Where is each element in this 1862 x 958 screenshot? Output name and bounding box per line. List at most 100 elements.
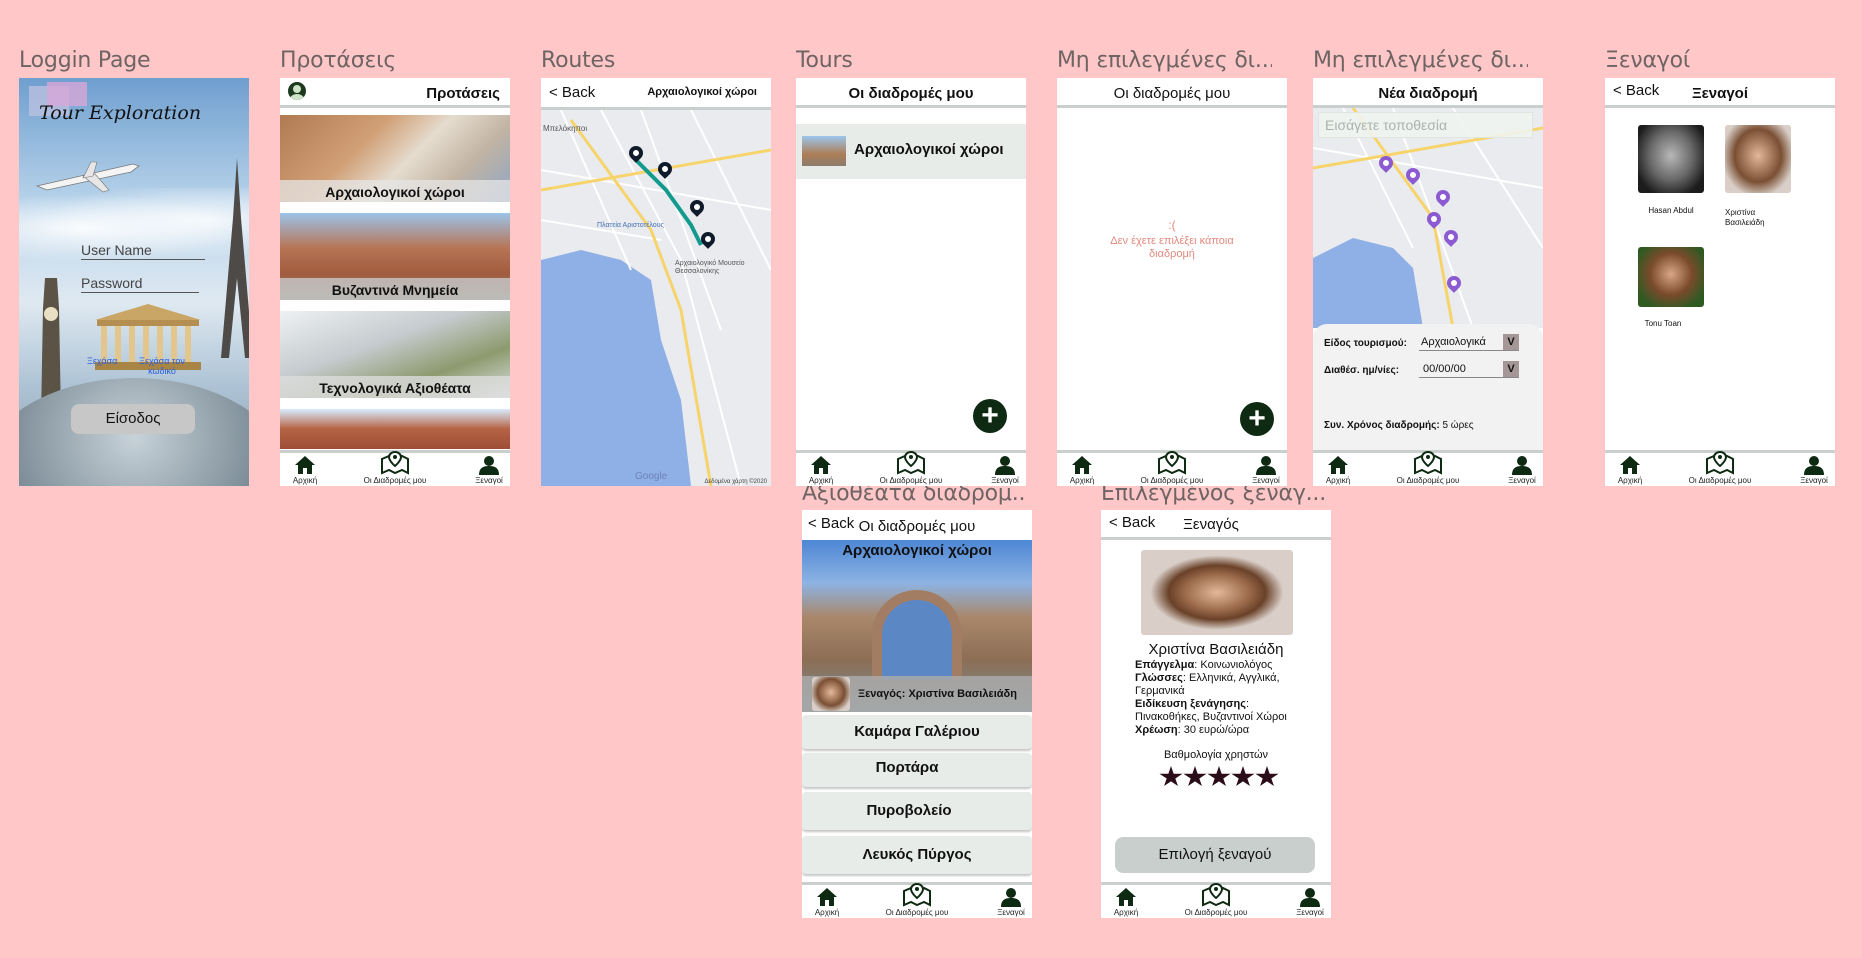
password-field[interactable]: Password: [81, 275, 199, 293]
tour-list-item[interactable]: Αρχαιολογικοί χώροι: [796, 124, 1026, 179]
tourism-type-value: Αρχαιολογικά: [1421, 336, 1486, 348]
airplane-icon: [35, 161, 140, 193]
arch-gateway: [872, 590, 962, 680]
map-pin-icon: [882, 883, 952, 907]
map-copyright: Δεδομένα χάρτη ©2020: [704, 479, 767, 485]
guide-name: Χριστίνα Βασιλειάδη: [1725, 208, 1765, 227]
header-bar: Νέα διαδρομή: [1313, 78, 1543, 108]
sight-banner: Αρχαιολογικοί χώροι Ξεναγός: Χριστίνα Βα…: [802, 540, 1032, 712]
username-field[interactable]: User Name: [81, 242, 205, 260]
nav-guides[interactable]: Ξεναγοί: [1231, 455, 1287, 485]
nav-my-routes[interactable]: Οι Διαδρομές μου: [876, 451, 946, 485]
nav-my-routes[interactable]: Οι Διαδρομές μου: [882, 883, 952, 917]
star-icon[interactable]: [1183, 766, 1207, 787]
user-icon: [970, 455, 1026, 475]
star-icon[interactable]: [1207, 766, 1231, 787]
star-icon[interactable]: [1231, 766, 1255, 787]
fee-value: : 30 ευρώ/ώρα: [1177, 724, 1250, 736]
frame-title-login: Loggin Page: [19, 48, 151, 73]
guide-avatar[interactable]: [812, 677, 850, 711]
nav-my-routes[interactable]: Οι Διαδρομές μου: [1393, 451, 1463, 485]
route-map[interactable]: Μπελόκηποι Πλατεία Αριστοτέλους Αρχαιολο…: [541, 110, 771, 486]
nav-home[interactable]: Αρχική: [280, 455, 340, 485]
unselected-frame: Οι διαδρομές μου :( Δεν έχετε επιλέξει κ…: [1057, 78, 1287, 486]
nav-guides-label: Ξεναγοί: [1508, 476, 1536, 485]
forgot-left-link[interactable]: Ξεχάσα: [87, 356, 117, 366]
proposal-card-archaeological[interactable]: Αρχαιολογικοί χώροι: [280, 115, 510, 202]
tourism-type-select[interactable]: Αρχαιολογικά V: [1419, 334, 1519, 351]
add-tour-button[interactable]: +: [1240, 402, 1274, 436]
home-icon: [1057, 455, 1117, 475]
nav-home-label: Αρχική: [1325, 476, 1351, 485]
banner-title: Αρχαιολογικοί χώροι: [842, 542, 992, 559]
nav-guides[interactable]: Ξεναγοί: [1275, 887, 1331, 917]
nav-guides[interactable]: Ξεναγοί: [976, 887, 1032, 917]
bottom-nav: Αρχική Οι Διαδρομές μου Ξεναγοί: [1313, 450, 1543, 486]
sight-item[interactable]: Καμάρα Γαλέριου: [802, 715, 1032, 749]
total-time-label: Συν. Χρόνος διαδρομής:: [1324, 420, 1440, 431]
nav-guides[interactable]: Ξεναγοί: [1487, 455, 1543, 485]
availability-select[interactable]: 00/00/00 V: [1419, 361, 1519, 378]
user-icon: [1275, 887, 1331, 907]
nav-my-routes[interactable]: Οι Διαδρομές μου: [1181, 883, 1251, 917]
nav-home[interactable]: Αρχική: [1101, 887, 1161, 917]
nav-my-routes[interactable]: Οι Διαδρομές μου: [1137, 451, 1207, 485]
nav-guides-label: Ξεναγοί: [1252, 476, 1280, 485]
sight-item[interactable]: Πυροβολείο: [802, 792, 1032, 830]
guide-photo-hasan[interactable]: [1638, 125, 1704, 193]
nav-home-label: Αρχική: [1113, 908, 1139, 917]
guide-caption-bar: Ξεναγός: Χριστίνα Βασιλειάδη: [802, 676, 1032, 712]
page-title: Ξεναγοί: [1691, 85, 1748, 102]
forgot-password-link[interactable]: Ξεχάσα τον κωδικό: [127, 356, 197, 376]
nav-home[interactable]: Αρχική: [1313, 455, 1373, 485]
home-icon: [280, 455, 340, 475]
specialty-label: Ειδίκευση ξενάγησης: [1135, 698, 1246, 710]
select-guide-button[interactable]: Επιλογή ξεναγού: [1115, 837, 1315, 873]
nav-guides[interactable]: Ξεναγοί: [970, 455, 1026, 485]
add-tour-button[interactable]: +: [973, 399, 1007, 433]
proposal-card-technology[interactable]: Τεχνολογικά Αξιοθέατα: [280, 311, 510, 398]
home-icon: [1101, 887, 1161, 907]
profession-row: Επάγγελμα: Κοινωνιολόγος: [1135, 659, 1315, 672]
login-button[interactable]: Είσοδος: [71, 404, 195, 434]
guide-info: Επάγγελμα: Κοινωνιολόγος Γλώσσες: Ελληνι…: [1135, 659, 1315, 737]
nav-my-routes[interactable]: Οι Διαδρομές μου: [1685, 451, 1755, 485]
tour-thumbnail: [802, 136, 846, 166]
star-icon[interactable]: [1255, 766, 1279, 787]
availability-label: Διαθέσ. ημ/νίες:: [1324, 365, 1400, 376]
nav-guides-label: Ξεναγοί: [1296, 908, 1324, 917]
proposal-card-byzantine[interactable]: Βυζαντινά Μνημεία: [280, 213, 510, 300]
nav-home[interactable]: Αρχική: [1605, 455, 1665, 485]
page-title: Προτάσεις: [426, 85, 500, 102]
location-input[interactable]: Εισάγετε τοποθεσία: [1318, 112, 1533, 138]
nav-guides[interactable]: Ξεναγοί: [1779, 455, 1835, 485]
nav-home[interactable]: Αρχική: [1057, 455, 1117, 485]
user-icon: [454, 455, 510, 475]
nav-guides[interactable]: Ξεναγοί: [454, 455, 510, 485]
profile-avatar-icon[interactable]: [288, 82, 306, 100]
profession-value: : Κοινωνιολόγος: [1194, 659, 1273, 671]
proposal-card-partial[interactable]: [280, 409, 510, 449]
guides-frame: < Back Ξεναγοί Hasan Abdul Χριστίνα Βασι…: [1605, 78, 1835, 486]
nav-home[interactable]: Αρχική: [796, 455, 856, 485]
google-logo: Google: [635, 471, 668, 482]
nav-home[interactable]: Αρχική: [802, 887, 862, 917]
header-bar: Προτάσεις: [280, 78, 510, 108]
frame-title-unselected: Μη επιλεγμένες δι...: [1057, 48, 1272, 73]
nav-my-routes-label: Οι Διαδρομές μου: [1396, 476, 1460, 485]
frame-title-routes: Routes: [541, 48, 616, 73]
rating-stars[interactable]: [1159, 766, 1279, 793]
guide-photo-tonu[interactable]: [1638, 247, 1704, 307]
eiffel-tower-icon: [221, 158, 249, 358]
guide-photo-christina[interactable]: [1725, 125, 1791, 193]
sight-item[interactable]: Πορτάρα: [802, 753, 1032, 787]
nav-my-routes[interactable]: Οι Διαδρομές μου: [360, 451, 430, 485]
back-button[interactable]: < Back: [549, 84, 595, 101]
user-icon: [976, 887, 1032, 907]
languages-label: Γλώσσες: [1135, 672, 1183, 684]
empty-state-message: Δεν έχετε επιλέξει κάποια διαδρομή: [1110, 235, 1234, 260]
route-map[interactable]: Εισάγετε τοποθεσία: [1313, 108, 1543, 328]
sight-item[interactable]: Λευκός Πύργος: [802, 836, 1032, 874]
page-title: Οι διαδρομές μου: [848, 85, 974, 102]
star-icon[interactable]: [1159, 766, 1183, 787]
